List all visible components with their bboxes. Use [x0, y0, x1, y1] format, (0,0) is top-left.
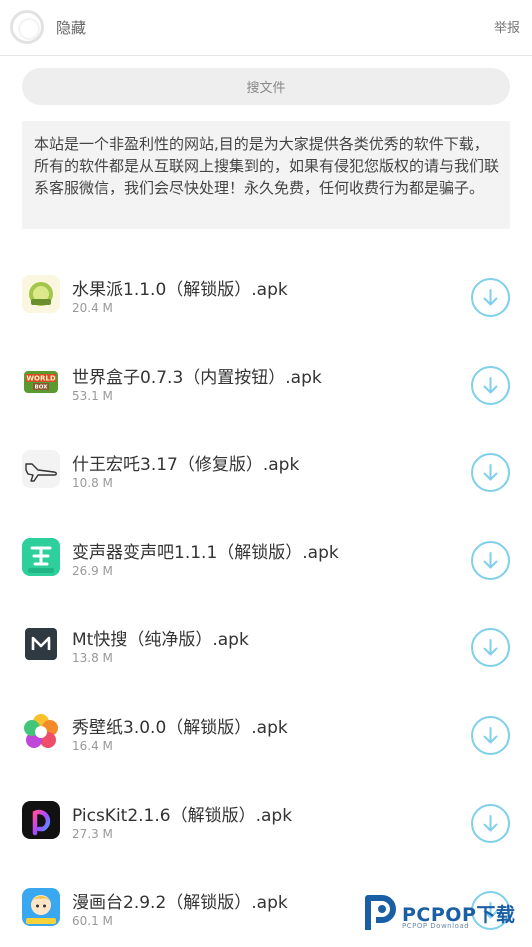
list-item[interactable]: PicsKit2.1.6（解锁版）.apk 27.3 M [0, 770, 532, 858]
download-button[interactable] [471, 540, 510, 580]
fruit-icon [22, 275, 60, 313]
search-input[interactable]: 搜文件 [22, 68, 510, 105]
wallpaper-flower-icon [22, 712, 60, 751]
picskit-icon [22, 800, 60, 839]
watermark-logo: PCPOP下载 PCPOP Download [362, 892, 530, 944]
list-item[interactable]: 秀壁纸3.0.0（解锁版）.apk 16.4 M [0, 682, 532, 770]
file-name[interactable]: 世界盒子0.7.3（内置按钮）.apk [72, 363, 322, 388]
list-item[interactable]: 水果派1.1.0（解锁版）.apk 20.4 M [0, 244, 532, 332]
svg-text:BOX: BOX [35, 384, 49, 390]
airplane-icon [22, 450, 60, 489]
file-size: 60.1 M [72, 914, 113, 929]
file-name[interactable]: 变声器变声吧1.1.1（解锁版）.apk [72, 538, 339, 563]
file-size: 26.9 M [72, 563, 113, 578]
file-size: 27.3 M [72, 826, 113, 841]
file-name[interactable]: 漫画台2.9.2（解锁版）.apk [72, 888, 288, 913]
avatar[interactable] [10, 10, 44, 44]
file-name[interactable]: Mt快搜（纯净版）.apk [72, 625, 249, 650]
download-arrow-icon [483, 726, 498, 744]
worldbox-icon: WORLD BOX [22, 362, 60, 401]
download-arrow-icon [483, 639, 498, 656]
file-name[interactable]: 秀壁纸3.0.0（解锁版）.apk [72, 713, 288, 738]
download-arrow-icon [483, 464, 498, 481]
download-button[interactable] [471, 628, 510, 668]
list-item[interactable]: WORLD BOX 世界盒子0.7.3（内置按钮）.apk 53.1 M [0, 332, 532, 420]
svg-text:WORLD: WORLD [26, 374, 56, 382]
file-list: 水果派1.1.0（解锁版）.apk 20.4 M WORLD BOX 世界盒子0… [0, 244, 532, 945]
manhuatai-icon [22, 888, 60, 927]
top-bar: 隐藏 举报 [0, 0, 532, 56]
file-size: 16.4 M [72, 738, 113, 753]
download-arrow-icon [483, 551, 498, 569]
file-size: 20.4 M [72, 301, 113, 315]
download-button[interactable] [471, 278, 510, 317]
report-button[interactable]: 举报 [494, 17, 520, 36]
list-item[interactable]: 什王宏吒3.17（修复版）.apk 10.8 M [0, 419, 532, 507]
pcpop-logo-icon [365, 895, 396, 930]
download-button[interactable] [471, 365, 510, 405]
file-size: 53.1 M [72, 388, 113, 403]
notice-box: 本站是一个非盈利性的网站,目的是为大家提供各类优秀的软件下载，所有的软件都是从互… [22, 121, 510, 229]
list-item[interactable]: 变声器变声吧1.1.1（解锁版）.apk 26.9 M [0, 507, 532, 595]
download-button[interactable] [471, 453, 510, 493]
list-item[interactable]: Mt快搜（纯净版）.apk 13.8 M [0, 594, 532, 682]
page-title: 隐藏 [56, 19, 87, 37]
download-arrow-icon [483, 814, 498, 832]
file-size: 10.8 M [72, 476, 113, 491]
download-button[interactable] [471, 803, 510, 843]
mt-search-icon [22, 625, 60, 664]
download-arrow-icon [483, 289, 498, 306]
file-name[interactable]: 水果派1.1.0（解锁版）.apk [72, 275, 288, 300]
brand-subtitle: PCPOP Download [402, 922, 470, 930]
file-name[interactable]: 什王宏吒3.17（修复版）.apk [72, 450, 299, 475]
file-name[interactable]: PicsKit2.1.6（解锁版）.apk [72, 801, 292, 826]
file-size: 13.8 M [72, 651, 113, 666]
download-arrow-icon [483, 376, 498, 394]
voice-changer-icon [22, 537, 60, 576]
download-button[interactable] [471, 715, 510, 755]
